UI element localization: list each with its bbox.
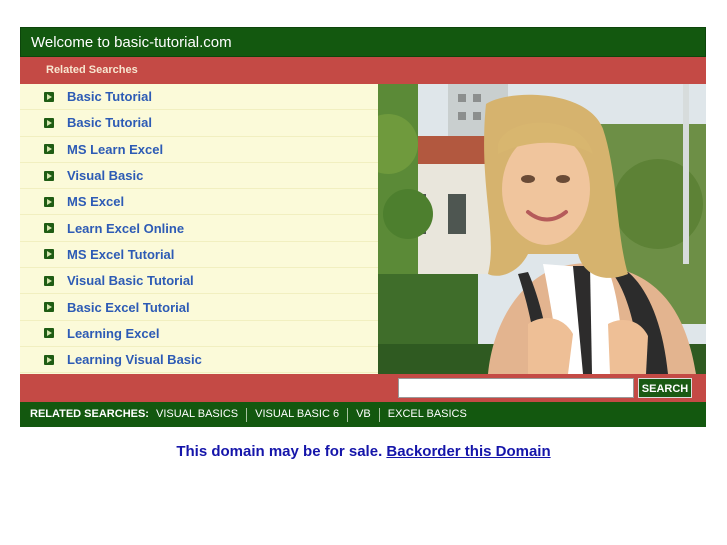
divider <box>378 407 380 422</box>
list-item: Learning Excel <box>20 321 378 347</box>
search-bar: SEARCH <box>20 374 706 402</box>
related-link[interactable]: Basic Tutorial <box>67 89 152 104</box>
related-searches-label: RELATED SEARCHES: <box>30 408 149 420</box>
list-item: Visual Basic <box>20 163 378 190</box>
related-links-list: Basic Tutorial Basic Tutorial MS Learn E… <box>20 84 378 374</box>
domain-sale-text: This domain may be for sale. <box>176 443 383 460</box>
search-button[interactable]: SEARCH <box>638 378 692 398</box>
arrow-bullet-icon <box>44 144 54 155</box>
arrow-bullet-icon <box>44 354 54 365</box>
backorder-domain-link[interactable]: Backorder this Domain <box>386 443 550 460</box>
domain-sale-notice: This domain may be for sale. Backorder t… <box>0 443 727 460</box>
arrow-bullet-icon <box>44 302 54 313</box>
bottom-related-link[interactable]: VISUAL BASICS <box>156 402 238 427</box>
list-item: Basic Tutorial <box>20 84 378 111</box>
content-area: Basic Tutorial Basic Tutorial MS Learn E… <box>20 84 706 374</box>
related-link[interactable]: Basic Tutorial <box>67 115 152 130</box>
list-item: MS Excel <box>20 189 378 216</box>
list-item: Learning Visual Basic <box>20 347 378 374</box>
main-frame: Welcome to basic-tutorial.com Related Se… <box>20 27 706 427</box>
student-photo-illustration <box>378 84 706 374</box>
bottom-related-link[interactable]: VB <box>356 402 371 427</box>
list-item: MS Learn Excel <box>20 137 378 163</box>
related-link[interactable]: MS Excel Tutorial <box>67 247 174 262</box>
divider <box>347 407 349 422</box>
arrow-bullet-icon <box>44 170 54 181</box>
related-link[interactable]: Learning Visual Basic <box>67 352 202 367</box>
search-input[interactable] <box>398 378 634 398</box>
list-item: Basic Excel Tutorial <box>20 294 378 321</box>
divider <box>246 407 248 422</box>
bottom-related-link[interactable]: EXCEL BASICS <box>388 402 467 427</box>
related-searches-bar: RELATED SEARCHES: VISUAL BASICS VISUAL B… <box>20 402 706 427</box>
arrow-bullet-icon <box>44 196 54 207</box>
related-link[interactable]: Basic Excel Tutorial <box>67 300 190 315</box>
arrow-bullet-icon <box>44 249 54 260</box>
arrow-bullet-icon <box>44 91 54 102</box>
arrow-bullet-icon <box>44 275 54 286</box>
related-link[interactable]: Learning Excel <box>67 326 159 341</box>
related-searches-header: Related Searches <box>20 57 706 84</box>
related-link[interactable]: Learn Excel Online <box>67 221 184 236</box>
list-item: Basic Tutorial <box>20 110 378 137</box>
related-link[interactable]: MS Learn Excel <box>67 142 163 157</box>
arrow-bullet-icon <box>44 223 54 234</box>
site-header: Welcome to basic-tutorial.com <box>20 27 706 57</box>
hero-photo <box>378 84 706 374</box>
arrow-bullet-icon <box>44 328 54 339</box>
list-item: Visual Basic Tutorial <box>20 268 378 295</box>
related-link[interactable]: Visual Basic <box>67 168 143 183</box>
related-searches-title: Related Searches <box>46 64 138 76</box>
arrow-bullet-icon <box>44 117 54 128</box>
related-link[interactable]: MS Excel <box>67 194 124 209</box>
list-item: Learn Excel Online <box>20 215 378 242</box>
bottom-related-link[interactable]: VISUAL BASIC 6 <box>255 402 339 427</box>
related-link[interactable]: Visual Basic Tutorial <box>67 273 194 288</box>
list-item: MS Excel Tutorial <box>20 242 378 269</box>
site-title: Welcome to basic-tutorial.com <box>31 34 232 51</box>
